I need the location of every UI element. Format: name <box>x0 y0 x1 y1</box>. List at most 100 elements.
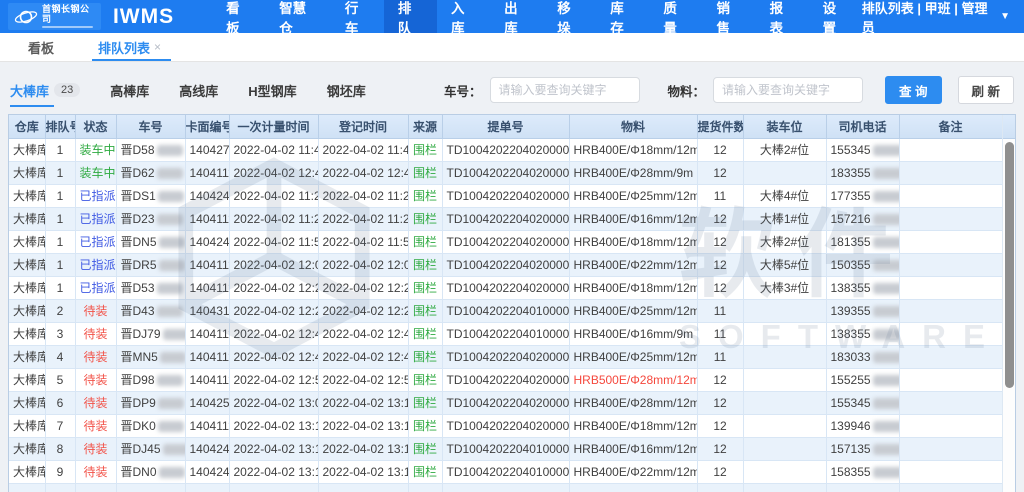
warehouse-tab-H型钢库[interactable]: H型钢库 <box>248 81 296 100</box>
refresh-button[interactable]: 刷 新 <box>958 76 1014 104</box>
cell-material: HRB400E/Φ28mm/9m <box>569 161 697 184</box>
top-navbar: 首钢长钢公司 IWMS 看板智慧仓行车排队入库出库移垛库存质量销售报表设置 排队… <box>0 0 1024 33</box>
redacted-blur <box>873 421 899 432</box>
cell-vehicle: 晋D58 <box>116 138 185 161</box>
cell-register-time: 2022-04-02 11:28 <box>318 207 408 230</box>
tab-看板[interactable]: 看板 <box>28 33 54 61</box>
nav-item-移垛[interactable]: 移垛 <box>543 0 596 33</box>
cell-lading-no: TD10042022040100005315 <box>442 460 569 483</box>
redacted-blur <box>157 283 183 294</box>
cell-quantity: 12 <box>697 253 743 276</box>
vehicle-filter-input[interactable] <box>490 77 640 103</box>
nav-item-排队[interactable]: 排队 <box>384 0 437 33</box>
cell-dock: 大棒4#位 <box>743 184 826 207</box>
warehouse-tabs: 大棒库23 高棒库 高线库 H型钢库 钢坯库 <box>10 81 366 100</box>
table-row[interactable]: 大棒库 8 待装 晋DJ45 14042419 2022-04-02 13:15… <box>9 437 1002 460</box>
cell-status: 装车中 <box>75 161 116 184</box>
nav-item-入库[interactable]: 入库 <box>437 0 490 33</box>
cell-remark <box>899 230 1002 253</box>
table-row[interactable]: 大棒库 1 装车中 晋D62 14041119 2022-04-02 12:46… <box>9 161 1002 184</box>
tab-label: 看板 <box>28 38 54 57</box>
nav-item-库存[interactable]: 库存 <box>596 0 649 33</box>
cell-source: 围栏 <box>408 276 442 299</box>
cell-warehouse: 大棒库 <box>9 184 45 207</box>
cell-card-no: 14041119 <box>185 161 229 184</box>
warehouse-tab-高棒库[interactable]: 高棒库 <box>110 81 149 100</box>
cell-vehicle: 晋DN5 <box>116 230 185 253</box>
table-row[interactable]: 大棒库 1 已指派 晋DS1 14042419 2022-04-02 11:26… <box>9 184 1002 207</box>
cell-quantity: 12 <box>697 276 743 299</box>
cell-quantity: 12 <box>697 138 743 161</box>
cell-quantity: 12 <box>697 391 743 414</box>
redacted-blur <box>160 352 185 363</box>
cell-dock <box>743 299 826 322</box>
cell-warehouse: 大棒库 <box>9 161 45 184</box>
cell-phone: 155345 <box>826 391 899 414</box>
table-row[interactable]: 大棒库 1 已指派 晋DR5 14041119 2022-04-02 12:02… <box>9 253 1002 276</box>
cell-weigh-time: 2022-04-02 13:18 <box>229 460 318 483</box>
warehouse-tab-label: 高线库 <box>179 81 218 100</box>
cell-weigh-time: 2022-04-02 12:50 <box>229 368 318 391</box>
redacted-blur <box>163 444 185 455</box>
cell-quantity: 12 <box>697 161 743 184</box>
table-row[interactable]: 大棒库 2 待装 晋D43 14043119 2022-04-02 12:24 … <box>9 299 1002 322</box>
warehouse-tab-高线库[interactable]: 高线库 <box>179 81 218 100</box>
redacted-blur <box>873 237 899 248</box>
cell-phone: 157135 <box>826 437 899 460</box>
cell-queue-no: 2 <box>45 299 75 322</box>
search-button[interactable]: 查 询 <box>885 76 941 104</box>
table-row[interactable]: 大棒库 9 待装 晋DN0 14042419 2022-04-02 13:18 … <box>9 460 1002 483</box>
redacted-blur <box>873 306 899 317</box>
nav-item-设置[interactable]: 设置 <box>809 0 862 33</box>
session-text: 排队列表 | 甲班 | 管理员 <box>862 0 995 36</box>
cell-card-no: 14041119 <box>185 414 229 437</box>
cell-vehicle: 晋D23 <box>116 207 185 230</box>
cell-queue-no: 3 <box>45 322 75 345</box>
cell-register-time: 2022-04-02 12:25 <box>318 299 408 322</box>
table-row[interactable]: 大棒库 5 待装 晋D98 14041119 2022-04-02 12:50 … <box>9 368 1002 391</box>
table-row[interactable]: 大棒库 1 已指派 晋DN5 14042419 2022-04-02 11:53… <box>9 230 1002 253</box>
cell-material: HRB400E/Φ25mm/12m <box>569 299 697 322</box>
cell-status: 已指派 <box>75 276 116 299</box>
cell-status: 待装 <box>75 368 116 391</box>
scrollbar-thumb[interactable] <box>1005 142 1014 388</box>
cell-weigh-time: 2022-04-02 12:24 <box>229 299 318 322</box>
cell-source: 围栏 <box>408 230 442 253</box>
nav-item-销售[interactable]: 销售 <box>702 0 755 33</box>
table-row[interactable]: 大棒库 1 装车中 晋D58 14042719 2022-04-02 11:43… <box>9 138 1002 161</box>
tab-排队列表[interactable]: 排队列表 × <box>98 33 161 61</box>
cell-remark <box>899 138 1002 161</box>
cell-queue-no: 6 <box>45 391 75 414</box>
table-row[interactable]: 大棒库 6 待装 晋DP9 14042519 2022-04-02 13:09 … <box>9 391 1002 414</box>
nav-item-看板[interactable]: 看板 <box>212 0 265 33</box>
cell-register-time: 2022-04-02 11:26 <box>318 184 408 207</box>
nav-item-质量[interactable]: 质量 <box>649 0 702 33</box>
table-row[interactable]: 大棒库 7 待装 晋DK0 14041119 2022-04-02 13:11 … <box>9 414 1002 437</box>
table-row[interactable]: 大棒库 3 待装 晋DJ79 14041119 2022-04-02 12:41… <box>9 322 1002 345</box>
cell-quantity: 11 <box>697 345 743 368</box>
cell-weigh-time: 2022-04-02 13:09 <box>229 391 318 414</box>
nav-item-智慧仓[interactable]: 智慧仓 <box>265 0 331 33</box>
redacted-blur <box>873 168 899 179</box>
table-row[interactable]: 大棒库 1 已指派 晋D23 14041119 2022-04-02 11:28… <box>9 207 1002 230</box>
vertical-scrollbar[interactable] <box>1002 115 1015 492</box>
redacted-blur <box>873 352 899 363</box>
material-filter-input[interactable] <box>713 77 863 103</box>
table-row[interactable]: 大棒库 4 待装 晋MN5 14041119 2022-04-02 12:49 … <box>9 345 1002 368</box>
warehouse-tab-大棒库[interactable]: 大棒库23 <box>10 81 80 100</box>
nav-item-行车[interactable]: 行车 <box>331 0 384 33</box>
nav-item-报表[interactable]: 报表 <box>756 0 809 33</box>
close-icon[interactable]: × <box>154 40 161 54</box>
queue-table-container: 仓库排队号状态车号卡面编号一次计量时间登记时间来源提单号物料提货件数装车位司机电… <box>8 114 1016 492</box>
tab-label: 排队列表 <box>98 38 150 57</box>
table-row[interactable]: 大棒库 1 已指派 晋D53 14041119 2022-04-02 12:21… <box>9 276 1002 299</box>
cell-warehouse: 大棒库 <box>9 368 45 391</box>
cell-source: 围栏 <box>408 437 442 460</box>
cell-remark <box>899 368 1002 391</box>
session-info[interactable]: 排队列表 | 甲班 | 管理员 ▼ <box>862 0 1024 33</box>
warehouse-tab-钢坯库[interactable]: 钢坯库 <box>327 81 366 100</box>
cell-lading-no: TD10042022040200005319 <box>442 230 569 253</box>
cell-card-no: 14042419 <box>185 230 229 253</box>
cell-quantity: 12 <box>697 437 743 460</box>
nav-item-出库[interactable]: 出库 <box>490 0 543 33</box>
